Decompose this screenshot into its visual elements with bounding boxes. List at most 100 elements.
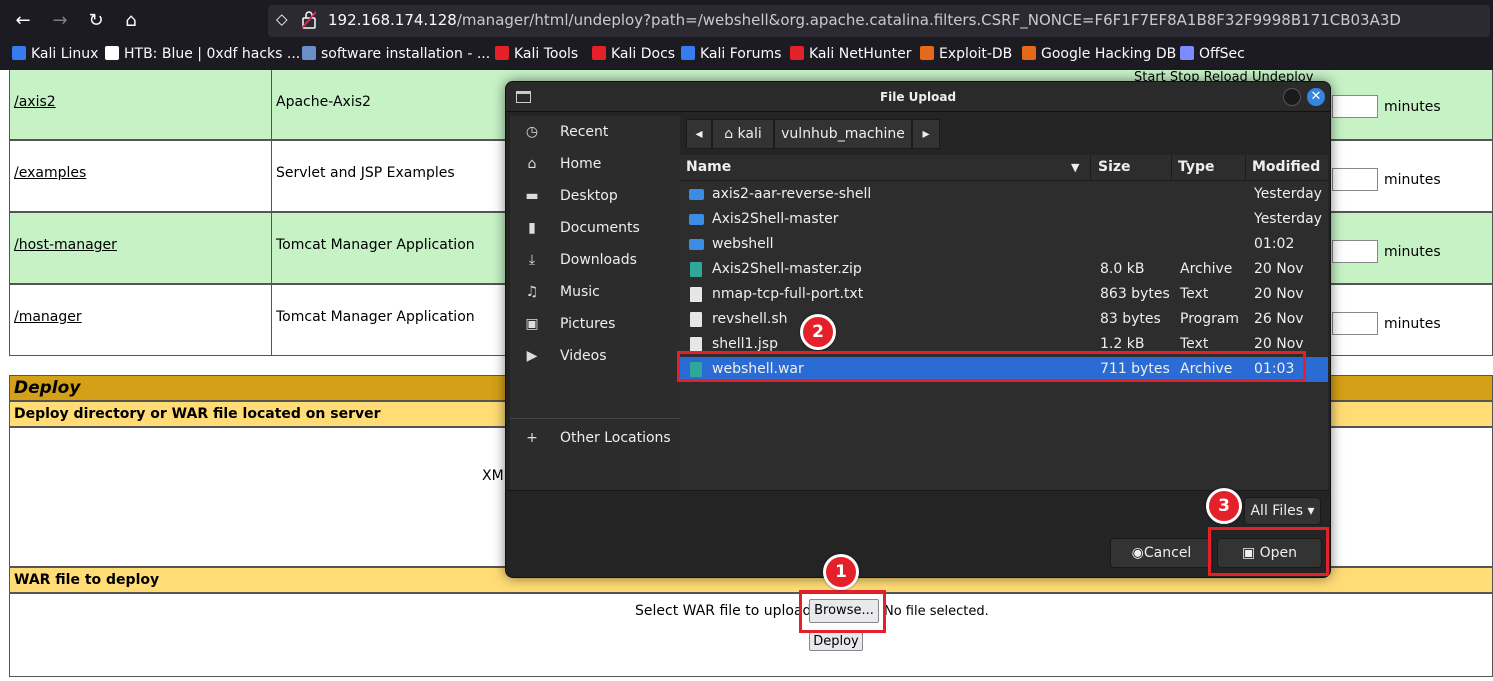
url-path: /manager/html/undeploy?path=/webshell&or… <box>456 11 1401 29</box>
annotation-box-webshell-war <box>677 351 1306 382</box>
sidebar-item-label: Home <box>560 156 602 172</box>
sidebar-item-videos[interactable]: ▶ Videos <box>510 342 680 372</box>
sidebar-item-desktop[interactable]: ▬ Desktop <box>510 182 680 212</box>
session-minutes-input[interactable] <box>1332 240 1378 263</box>
session-minutes-input[interactable] <box>1332 312 1378 335</box>
bookmark-label: HTB: Blue | 0xdf hacks ... <box>124 46 301 62</box>
bookmark-item[interactable]: Kali Linux <box>12 46 98 66</box>
file-name: nmap-tcp-full-port.txt <box>712 286 864 302</box>
file-size: 1.2 kB <box>1100 336 1145 352</box>
file-modified: 20 Nov <box>1254 261 1304 277</box>
file-filter-dropdown[interactable]: All Files ▾ <box>1244 497 1321 525</box>
insecure-lock-icon[interactable] <box>302 11 316 29</box>
video-icon: ▶ <box>526 348 538 364</box>
sidebar-item-pictures[interactable]: ▣ Pictures <box>510 310 680 340</box>
bookmark-label: Kali Linux <box>31 46 99 62</box>
sidebar-item-recent[interactable]: ◷ Recent <box>510 118 680 148</box>
bookmark-favicon-icon <box>1022 46 1036 60</box>
app-path-link[interactable]: /axis2 <box>14 94 56 110</box>
file-row[interactable]: webshell 01:02 <box>680 232 1328 257</box>
forward-arrow-icon[interactable]: → <box>47 8 73 34</box>
bookmark-item[interactable]: Kali Forums <box>681 46 781 66</box>
file-name: webshell <box>712 236 774 252</box>
column-divider <box>1090 155 1091 181</box>
bookmark-item[interactable]: HTB: Blue | 0xdf hacks ... <box>105 46 300 66</box>
bookmark-item[interactable]: Kali Docs <box>592 46 675 66</box>
bookmark-item[interactable]: Google Hacking DB <box>1022 46 1176 66</box>
url-text[interactable]: 192.168.174.128/manager/html/undeploy?pa… <box>328 11 1401 29</box>
folder-icon <box>689 189 704 200</box>
back-arrow-icon[interactable]: ← <box>10 8 36 34</box>
minutes-label: minutes <box>1384 244 1441 260</box>
cancel-label: Cancel <box>1143 545 1192 561</box>
annotation-box-browse <box>799 590 886 633</box>
file-row[interactable]: nmap-tcp-full-port.txt 863 bytes Text 20 No… <box>680 282 1328 307</box>
bookmark-label: software installation - ... <box>321 46 491 62</box>
bookmark-item[interactable]: Exploit-DB <box>920 46 1012 66</box>
bookmark-favicon-icon <box>681 46 695 60</box>
column-type[interactable]: Type <box>1178 159 1215 175</box>
file-status: No file selected. <box>884 604 989 619</box>
annotation-badge-2: 2 <box>800 314 836 350</box>
bookmark-favicon-icon <box>920 46 934 60</box>
app-path-cell: /examples <box>10 141 272 211</box>
minimize-button[interactable] <box>1283 88 1301 106</box>
sidebar-item-label: Desktop <box>560 188 618 204</box>
reload-icon[interactable]: ↻ <box>83 8 109 34</box>
chevron-right-icon[interactable]: ▸ <box>912 119 940 149</box>
session-minutes-input[interactable] <box>1332 168 1378 191</box>
app-path-link[interactable]: /host-manager <box>14 237 117 253</box>
bookmark-label: Google Hacking DB <box>1041 46 1177 62</box>
sidebar-item-other-locations[interactable]: + Other Locations <box>510 424 680 454</box>
file-row[interactable]: axis2-aar-reverse-shell Yesterday <box>680 182 1328 207</box>
document-icon: ▮ <box>528 220 536 236</box>
file-modified: 26 Nov <box>1254 311 1304 327</box>
cancel-button[interactable]: ◉Cancel <box>1110 538 1213 568</box>
select-war-label: Select WAR file to upload <box>635 603 812 619</box>
file-list-header: Name ▼ Size Type Modified <box>680 155 1328 181</box>
sort-down-icon[interactable]: ▼ <box>1071 161 1079 174</box>
column-size[interactable]: Size <box>1098 159 1131 175</box>
file-name: Axis2Shell-master <box>712 211 839 227</box>
app-path-cell: /manager <box>10 285 272 355</box>
dialog-titlebar[interactable]: File Upload ✕ <box>506 82 1330 112</box>
bookmark-favicon-icon <box>302 46 316 60</box>
bookmark-item[interactable]: OffSec <box>1180 46 1245 66</box>
bookmark-favicon-icon <box>495 46 509 60</box>
app-path-link[interactable]: /manager <box>14 309 82 325</box>
file-modified: 01:02 <box>1254 236 1295 252</box>
app-path-link[interactable]: /examples <box>14 165 86 181</box>
bookmark-item[interactable]: software installation - ... <box>302 46 490 66</box>
sidebar-item-label: Other Locations <box>560 430 671 446</box>
bookmark-item[interactable]: Kali Tools <box>495 46 578 66</box>
deploy-button[interactable]: Deploy <box>809 632 863 651</box>
column-divider <box>1245 155 1246 181</box>
sidebar-item-downloads[interactable]: ⤓ Downloads <box>510 246 680 276</box>
home-icon[interactable]: ⌂ <box>118 8 144 34</box>
column-name[interactable]: Name <box>686 159 731 175</box>
file-row[interactable]: revshell.sh 83 bytes Program 26 Nov <box>680 307 1328 332</box>
sidebar-item-music[interactable]: ♫ Music <box>510 278 680 308</box>
file-modified: 20 Nov <box>1254 286 1304 302</box>
shield-icon[interactable]: ◇ <box>276 10 288 28</box>
session-minutes-input[interactable] <box>1332 95 1378 118</box>
file-row[interactable]: Axis2Shell-master.zip 8.0 kB Archive 20 Nov <box>680 257 1328 282</box>
url-bar[interactable]: ◇ 192.168.174.128/manager/html/undeploy?… <box>268 5 1490 37</box>
sidebar-item-documents[interactable]: ▮ Documents <box>510 214 680 244</box>
bookmark-item[interactable]: Kali NetHunter <box>790 46 911 66</box>
bookmark-favicon-icon <box>790 46 804 60</box>
cancel-icon: ◉ <box>1131 545 1144 561</box>
bookmark-label: Kali Forums <box>700 46 782 62</box>
column-modified[interactable]: Modified <box>1252 159 1320 175</box>
file-type: Program <box>1180 311 1240 327</box>
bookmark-label: OffSec <box>1199 46 1245 62</box>
breadcrumb-current[interactable]: vulnhub_machine <box>774 119 912 149</box>
file-size: 83 bytes <box>1100 311 1161 327</box>
close-icon[interactable]: ✕ <box>1307 88 1325 106</box>
breadcrumb-home[interactable]: ⌂ kali <box>712 119 774 149</box>
sidebar-item-home[interactable]: ⌂ Home <box>510 150 680 180</box>
chevron-left-icon[interactable]: ◂ <box>686 119 712 149</box>
minutes-label: minutes <box>1384 99 1441 115</box>
file-row[interactable]: Axis2Shell-master Yesterday <box>680 207 1328 232</box>
sidebar-item-label: Documents <box>560 220 640 236</box>
